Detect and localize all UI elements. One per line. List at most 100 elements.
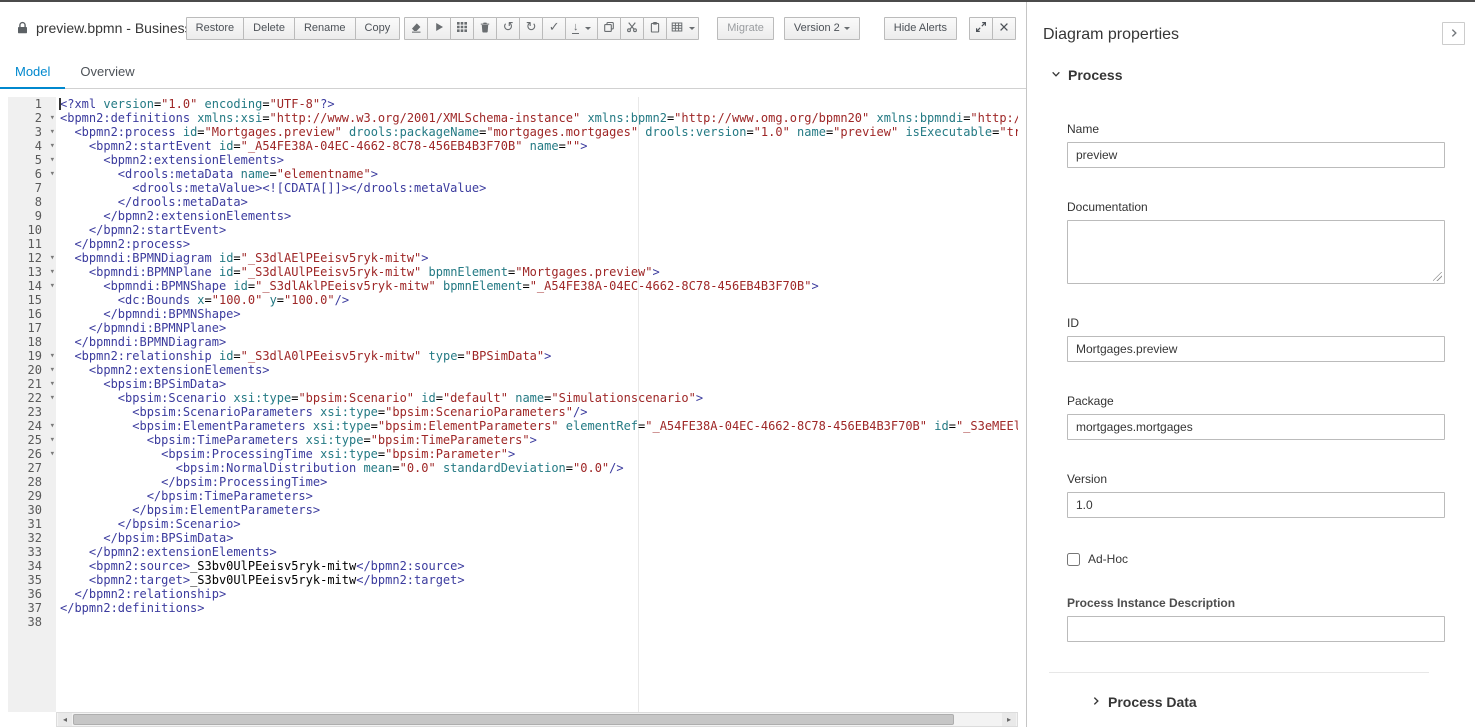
hide-alerts-button[interactable]: Hide Alerts bbox=[884, 17, 957, 40]
fold-toggle-icon[interactable]: ▾ bbox=[50, 125, 55, 139]
line-number[interactable]: 34 bbox=[8, 559, 56, 573]
code-line[interactable]: <bpsim:ProcessingTime xsi:type="bpsim:Pa… bbox=[60, 447, 1018, 461]
code-line[interactable]: </bpmndi:BPMNDiagram> bbox=[60, 335, 1018, 349]
documentation-textarea[interactable] bbox=[1067, 220, 1445, 284]
code-line[interactable]: <bpmndi:BPMNPlane id="_S3dlAUlPEeisv5ryk… bbox=[60, 265, 1018, 279]
adhoc-checkbox[interactable] bbox=[1067, 553, 1080, 566]
code-line[interactable]: </bpsim:TimeParameters> bbox=[60, 489, 1018, 503]
thumbnails-button[interactable] bbox=[450, 17, 474, 40]
scroll-right-button[interactable]: ▸ bbox=[1002, 713, 1016, 726]
line-number[interactable]: 12▾ bbox=[8, 251, 56, 265]
line-number[interactable]: 1 bbox=[8, 97, 56, 111]
paste-button[interactable] bbox=[643, 17, 667, 40]
fold-toggle-icon[interactable]: ▾ bbox=[50, 363, 55, 377]
delete-button[interactable]: Delete bbox=[243, 17, 295, 40]
validate-button[interactable]: ✓ bbox=[542, 17, 566, 40]
code-line[interactable]: <bpsim:TimeParameters xsi:type="bpsim:Ti… bbox=[60, 433, 1018, 447]
fold-toggle-icon[interactable]: ▾ bbox=[50, 139, 55, 153]
line-number[interactable]: 9 bbox=[8, 209, 56, 223]
code-line[interactable] bbox=[60, 615, 1018, 629]
line-number[interactable]: 22▾ bbox=[8, 391, 56, 405]
line-number[interactable]: 27 bbox=[8, 461, 56, 475]
line-number[interactable]: 37 bbox=[8, 601, 56, 615]
process-instance-description-input[interactable] bbox=[1067, 616, 1445, 642]
line-number[interactable]: 20▾ bbox=[8, 363, 56, 377]
line-number[interactable]: 10 bbox=[8, 223, 56, 237]
cut-button[interactable] bbox=[620, 17, 644, 40]
line-number[interactable]: 6▾ bbox=[8, 167, 56, 181]
fold-toggle-icon[interactable]: ▾ bbox=[50, 433, 55, 447]
redo-button[interactable]: ↻ bbox=[519, 17, 543, 40]
code-line[interactable]: <bpmn2:definitions xmlns:xsi="http://www… bbox=[60, 111, 1018, 125]
restore-button[interactable]: Restore bbox=[186, 17, 245, 40]
line-number[interactable]: 2▾ bbox=[8, 111, 56, 125]
code-line[interactable]: <bpmn2:startEvent id="_A54FE38A-04EC-466… bbox=[60, 139, 1018, 153]
fold-toggle-icon[interactable]: ▾ bbox=[50, 265, 55, 279]
line-number[interactable]: 4▾ bbox=[8, 139, 56, 153]
code-line[interactable]: </bpmn2:definitions> bbox=[60, 601, 1018, 615]
line-number[interactable]: 17 bbox=[8, 321, 56, 335]
code-line[interactable]: </bpsim:ElementParameters> bbox=[60, 503, 1018, 517]
line-number[interactable]: 35 bbox=[8, 573, 56, 587]
fold-toggle-icon[interactable]: ▾ bbox=[50, 447, 55, 461]
line-number[interactable]: 38 bbox=[8, 615, 56, 629]
version-input[interactable] bbox=[1067, 492, 1445, 518]
line-number[interactable]: 26▾ bbox=[8, 447, 56, 461]
line-number[interactable]: 28 bbox=[8, 475, 56, 489]
expand-button[interactable] bbox=[969, 17, 993, 40]
copy-button[interactable]: Copy bbox=[355, 17, 401, 40]
line-number[interactable]: 25▾ bbox=[8, 433, 56, 447]
line-number[interactable]: 23 bbox=[8, 405, 56, 419]
code-line[interactable]: </bpsim:ProcessingTime> bbox=[60, 475, 1018, 489]
code-line[interactable]: <bpsim:ElementParameters xsi:type="bpsim… bbox=[60, 419, 1018, 433]
line-number[interactable]: 21▾ bbox=[8, 377, 56, 391]
code-line[interactable]: <drools:metaData name="elementname"> bbox=[60, 167, 1018, 181]
line-number[interactable]: 15 bbox=[8, 293, 56, 307]
id-input[interactable] bbox=[1067, 336, 1445, 362]
code-line[interactable]: <bpsim:ScenarioParameters xsi:type="bpsi… bbox=[60, 405, 1018, 419]
line-number[interactable]: 14▾ bbox=[8, 279, 56, 293]
tab-model[interactable]: Model bbox=[0, 54, 65, 89]
code-line[interactable]: <bpsim:NormalDistribution mean="0.0" sta… bbox=[60, 461, 1018, 475]
adhoc-label[interactable]: Ad-Hoc bbox=[1088, 552, 1128, 566]
code-line[interactable]: <bpmn2:relationship id="_S3dlA0lPEeisv5r… bbox=[60, 349, 1018, 363]
line-number[interactable]: 33 bbox=[8, 545, 56, 559]
code-line[interactable]: <bpmndi:BPMNDiagram id="_S3dlAElPEeisv5r… bbox=[60, 251, 1018, 265]
delete-element-button[interactable] bbox=[473, 17, 497, 40]
line-number[interactable]: 13▾ bbox=[8, 265, 56, 279]
code-line[interactable]: <dc:Bounds x="100.0" y="100.0"/> bbox=[60, 293, 1018, 307]
line-number[interactable]: 16 bbox=[8, 307, 56, 321]
resize-grip-icon[interactable] bbox=[1433, 272, 1442, 281]
line-number[interactable]: 36 bbox=[8, 587, 56, 601]
code-line[interactable]: <bpmn2:extensionElements> bbox=[60, 153, 1018, 167]
scrollbar-thumb[interactable] bbox=[73, 714, 954, 725]
code-line[interactable]: </bpmn2:relationship> bbox=[60, 587, 1018, 601]
package-input[interactable] bbox=[1067, 414, 1445, 440]
line-number[interactable]: 3▾ bbox=[8, 125, 56, 139]
code-line[interactable]: </bpmndi:BPMNShape> bbox=[60, 307, 1018, 321]
fold-toggle-icon[interactable]: ▾ bbox=[50, 111, 55, 125]
table-dropdown-button[interactable] bbox=[666, 17, 699, 40]
tab-overview[interactable]: Overview bbox=[65, 54, 149, 88]
line-number[interactable]: 24▾ bbox=[8, 419, 56, 433]
fold-toggle-icon[interactable]: ▾ bbox=[50, 251, 55, 265]
code-line[interactable]: <bpmn2:process id="Mortgages.preview" dr… bbox=[60, 125, 1018, 139]
code-line[interactable]: <drools:metaValue><![CDATA[]]></drools:m… bbox=[60, 181, 1018, 195]
line-number[interactable]: 29 bbox=[8, 489, 56, 503]
scroll-left-button[interactable]: ◂ bbox=[58, 713, 72, 726]
download-dropdown-button[interactable]: ↓ bbox=[565, 17, 598, 40]
collapse-panel-button[interactable] bbox=[1442, 22, 1465, 45]
generate-process-button[interactable] bbox=[427, 17, 451, 40]
code-line[interactable]: <bpmndi:BPMNShape id="_S3dlAklPEeisv5ryk… bbox=[60, 279, 1018, 293]
fold-toggle-icon[interactable]: ▾ bbox=[50, 419, 55, 433]
clear-canvas-button[interactable] bbox=[404, 17, 428, 40]
code-line[interactable]: </bpmn2:extensionElements> bbox=[60, 209, 1018, 223]
migrate-button[interactable]: Migrate bbox=[717, 17, 774, 40]
fold-toggle-icon[interactable]: ▾ bbox=[50, 167, 55, 181]
line-number[interactable]: 18 bbox=[8, 335, 56, 349]
code-line[interactable]: <?xml version="1.0" encoding="UTF-8"?> bbox=[60, 97, 1018, 111]
line-number[interactable]: 5▾ bbox=[8, 153, 56, 167]
code-line[interactable]: <bpsim:Scenario xsi:type="bpsim:Scenario… bbox=[60, 391, 1018, 405]
code-line[interactable]: </drools:metaData> bbox=[60, 195, 1018, 209]
line-number[interactable]: 30 bbox=[8, 503, 56, 517]
